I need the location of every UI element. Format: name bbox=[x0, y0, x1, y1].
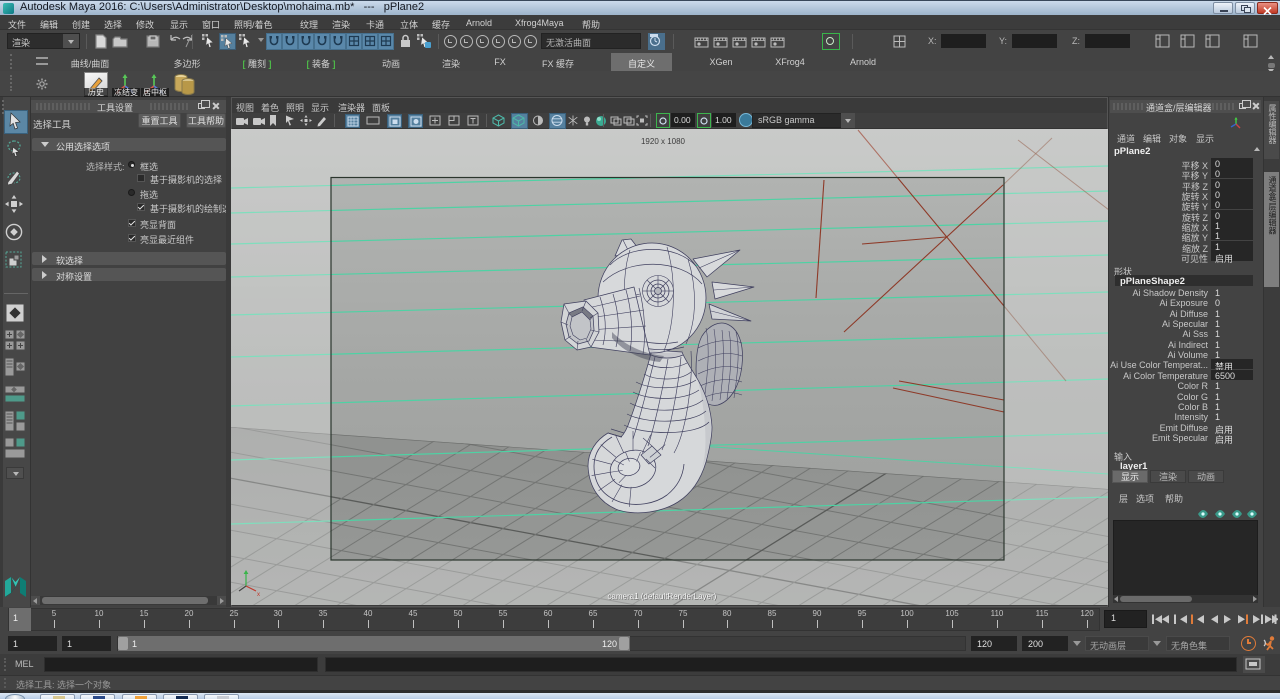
svg-text:x: x bbox=[257, 592, 260, 598]
svg-text:camera1 (defaultRenderLayer): camera1 (defaultRenderLayer) bbox=[608, 592, 717, 601]
svg-text:1920 x 1080: 1920 x 1080 bbox=[641, 137, 686, 146]
